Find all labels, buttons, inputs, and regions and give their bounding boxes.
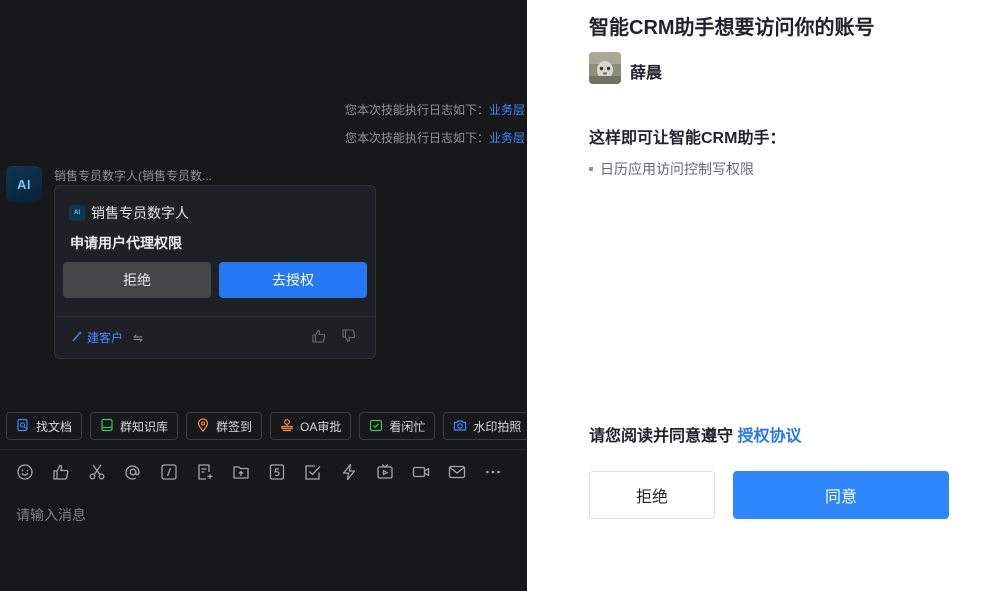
card-reject-button[interactable]: 拒绝: [63, 262, 211, 298]
thumbs-up-icon[interactable]: [52, 463, 70, 486]
app-icon: AI: [69, 205, 85, 221]
calendar-check-icon: [369, 418, 383, 435]
card-header: AI 销售专员数字人: [69, 203, 189, 223]
agreement-prefix: 请您阅读并同意遵守: [589, 428, 738, 445]
agree-button[interactable]: 同意: [733, 471, 949, 519]
authorization-panel: 智能CRM助手想要访问你的账号 薛晨 这样即可让智能CRM助手： 日历应用访问控…: [527, 0, 995, 591]
log-link[interactable]: 业务层: [489, 103, 525, 117]
doc-add-icon[interactable]: [196, 463, 214, 486]
scissors-icon[interactable]: [88, 463, 106, 486]
quick-action-oa-approval[interactable]: OA审批: [270, 412, 352, 440]
doc-search-icon: [16, 418, 30, 435]
knowledge-icon: [100, 418, 114, 435]
bullet-icon: [589, 167, 593, 171]
permission-item: 日历应用访问控制写权限: [589, 159, 754, 179]
quick-action-label: 群知识库: [120, 419, 169, 434]
number-five-icon[interactable]: [268, 463, 286, 486]
thumbs-up-icon[interactable]: [311, 328, 327, 349]
lightning-icon[interactable]: [340, 463, 358, 486]
at-icon[interactable]: [124, 463, 142, 486]
permission-title: 这样即可让智能CRM助手：: [589, 130, 786, 147]
card-app-name: 销售专员数字人: [91, 205, 189, 221]
quick-action-availability[interactable]: 看闲忙: [359, 412, 436, 440]
log-prefix: 您本次技能执行日志如下：: [344, 131, 489, 145]
user-avatar: [589, 52, 621, 84]
slash-command-icon[interactable]: [160, 463, 178, 486]
user-name: 薛晨: [630, 65, 663, 82]
quick-action-find-doc[interactable]: 找文档: [6, 412, 83, 440]
quick-action-label: OA审批: [300, 419, 342, 434]
quick-action-watermark-photo[interactable]: 水印拍照: [443, 412, 527, 440]
card-footer[interactable]: 建客户 ⇋: [71, 329, 143, 346]
reject-button[interactable]: 拒绝: [589, 471, 715, 519]
log-line: 您本次技能执行日志如下：业务层: [345, 101, 525, 118]
message-input[interactable]: 请输入消息: [16, 505, 86, 525]
swap-icon[interactable]: ⇋: [133, 331, 143, 345]
task-check-icon[interactable]: [304, 463, 322, 486]
quick-action-checkin[interactable]: 群签到: [186, 412, 263, 440]
agreement-text: 请您阅读并同意遵守 授权协议: [589, 422, 801, 446]
bot-avatar[interactable]: AI: [6, 166, 42, 202]
quick-action-knowledge[interactable]: 群知识库: [90, 412, 179, 440]
log-link[interactable]: 业务层: [489, 131, 525, 145]
feedback-buttons: [311, 328, 357, 349]
chat-pane: 您本次技能执行日志如下：业务层 您本次技能执行日志如下：业务层 AI 销售专员数…: [0, 0, 527, 591]
auth-title: 智能CRM助手想要访问你的账号: [589, 17, 875, 39]
quick-action-label: 群签到: [216, 419, 253, 434]
thumbs-down-icon[interactable]: [341, 328, 357, 349]
quick-action-label: 找文档: [36, 419, 73, 434]
card-divider: [55, 316, 375, 317]
mail-icon[interactable]: [448, 463, 466, 486]
tv-icon[interactable]: [376, 463, 394, 486]
create-customer-link[interactable]: 建客户: [87, 329, 123, 346]
quick-action-label: 水印拍照: [473, 419, 522, 434]
magic-wand-icon: [71, 330, 83, 345]
more-icon[interactable]: [484, 463, 502, 486]
log-prefix: 您本次技能执行日志如下：: [344, 103, 489, 117]
camera-icon: [453, 418, 467, 435]
stamp-icon: [280, 418, 294, 435]
agreement-link[interactable]: 授权协议: [737, 428, 801, 445]
folder-upload-icon[interactable]: [232, 463, 250, 486]
log-line: 您本次技能执行日志如下：业务层: [345, 129, 525, 146]
card-authorize-button[interactable]: 去授权: [219, 262, 367, 298]
quick-actions: 找文档 群知识库 群签到 OA审批 看闲忙 水印拍照: [6, 412, 527, 440]
permission-request-card: AI 销售专员数字人 申请用户代理权限 拒绝 去授权 建客户 ⇋: [54, 185, 376, 359]
toolbar-divider: [0, 449, 527, 450]
input-toolbar: [16, 463, 502, 486]
emoji-icon[interactable]: [16, 463, 34, 486]
video-icon[interactable]: [412, 463, 430, 486]
bot-name: 销售专员数字人(销售专员数...: [54, 169, 212, 183]
permission-text: 日历应用访问控制写权限: [600, 161, 754, 177]
card-title: 申请用户代理权限: [70, 235, 182, 251]
quick-action-label: 看闲忙: [389, 419, 426, 434]
location-icon: [196, 417, 210, 435]
